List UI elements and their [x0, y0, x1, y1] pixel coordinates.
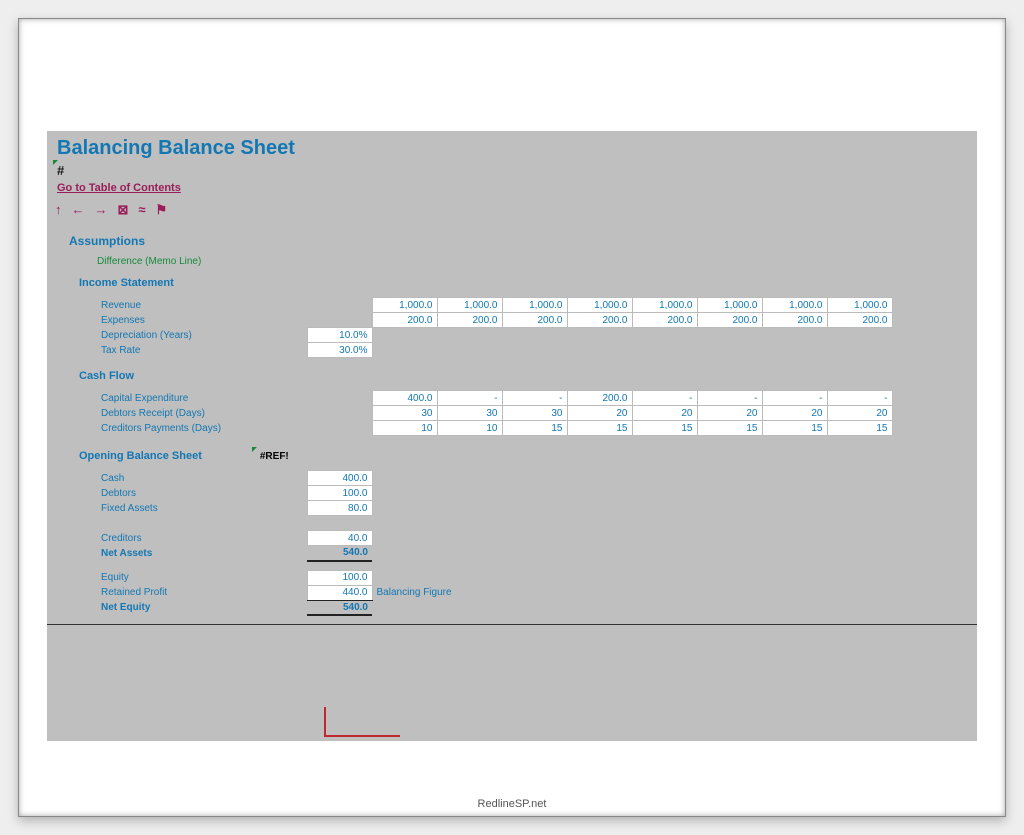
- row-capex: Capital Expenditure 400.0 - - 200.0 - - …: [97, 391, 892, 406]
- row-expenses: Expenses 200.0 200.0 200.0 200.0 200.0 2…: [97, 313, 892, 328]
- income-table: Revenue 1,000.0 1,000.0 1,000.0 1,000.0 …: [97, 297, 893, 358]
- row-revenue: Revenue 1,000.0 1,000.0 1,000.0 1,000.0 …: [97, 298, 892, 313]
- label-net-assets: Net Assets: [97, 546, 307, 561]
- cashflow-table: Capital Expenditure 400.0 - - 200.0 - - …: [97, 390, 893, 436]
- label-creditors-days: Creditors Payments (Days): [97, 421, 307, 436]
- label-creditors: Creditors: [97, 531, 307, 546]
- row-equity: Equity 100.0: [97, 570, 456, 585]
- label-capex: Capital Expenditure: [97, 391, 307, 406]
- balance-table-assets: Cash 400.0 Debtors 100.0 Fixed Assets 80…: [97, 470, 373, 562]
- label-fixed: Fixed Assets: [97, 501, 307, 516]
- toc-link[interactable]: Go to Table of Contents: [47, 178, 181, 200]
- label-revenue: Revenue: [97, 298, 307, 313]
- row-net-equity: Net Equity 540.0: [97, 600, 456, 615]
- label-expenses: Expenses: [97, 313, 307, 328]
- divider: [47, 624, 977, 625]
- up-icon[interactable]: ↑: [55, 202, 62, 218]
- row-fixed: Fixed Assets 80.0: [97, 501, 372, 516]
- hash-mark: #: [47, 163, 977, 178]
- error-indicator-icon: [252, 447, 257, 452]
- nav-toolbar: ↑ ← → ⊠ ≈ ⚑: [47, 200, 977, 228]
- section-cashflow: Cash Flow: [47, 370, 977, 390]
- flag-icon[interactable]: ⚑: [156, 202, 168, 218]
- balancing-figure-note: Balancing Figure: [372, 585, 456, 600]
- row-retained: Retained Profit 440.0 Balancing Figure: [97, 585, 456, 600]
- row-creditors-days: Creditors Payments (Days) 10 10 15 15 15…: [97, 421, 892, 436]
- label-net-equity: Net Equity: [97, 600, 307, 615]
- label-debtors: Debtors: [97, 486, 307, 501]
- section-assumptions: Assumptions: [47, 228, 977, 256]
- row-debtors: Debtors 100.0: [97, 486, 372, 501]
- balancing-bracket-icon: [324, 707, 400, 737]
- footer-watermark: RedlineSP.net: [19, 798, 1005, 810]
- section-income: Income Statement: [47, 277, 977, 297]
- wave-icon[interactable]: ≈: [138, 202, 145, 218]
- label-equity: Equity: [97, 570, 307, 585]
- label-retained: Retained Profit: [97, 585, 307, 600]
- row-cash: Cash 400.0: [97, 471, 372, 486]
- label-depreciation: Depreciation (Years): [97, 328, 307, 343]
- page-title: Balancing Balance Sheet: [47, 137, 977, 163]
- row-tax: Tax Rate 30.0%: [97, 343, 892, 358]
- spreadsheet-area: Balancing Balance Sheet # Go to Table of…: [47, 131, 977, 741]
- forward-icon[interactable]: →: [95, 202, 108, 218]
- memo-line: Difference (Memo Line): [47, 256, 977, 277]
- ref-text: #REF!: [260, 451, 289, 462]
- error-indicator-icon: [53, 160, 58, 165]
- hash-text: #: [57, 163, 64, 178]
- section-opening: Opening Balance Sheet #REF!: [47, 448, 977, 470]
- row-depreciation: Depreciation (Years) 10.0%: [97, 328, 892, 343]
- row-creditors: Creditors 40.0: [97, 531, 372, 546]
- label-debtors-days: Debtors Receipt (Days): [97, 406, 307, 421]
- check-icon[interactable]: ⊠: [118, 202, 129, 218]
- opening-label: Opening Balance Sheet: [79, 450, 202, 462]
- label-tax: Tax Rate: [97, 343, 307, 358]
- document-frame: Balancing Balance Sheet # Go to Table of…: [18, 18, 1006, 817]
- ref-error: #REF!: [260, 451, 289, 462]
- label-cash: Cash: [97, 471, 307, 486]
- row-net-assets: Net Assets 540.0: [97, 546, 372, 561]
- back-icon[interactable]: ←: [72, 202, 85, 218]
- balance-table-equity: Equity 100.0 Retained Profit 440.0 Balan…: [97, 570, 456, 617]
- row-debtors-days: Debtors Receipt (Days) 30 30 30 20 20 20…: [97, 406, 892, 421]
